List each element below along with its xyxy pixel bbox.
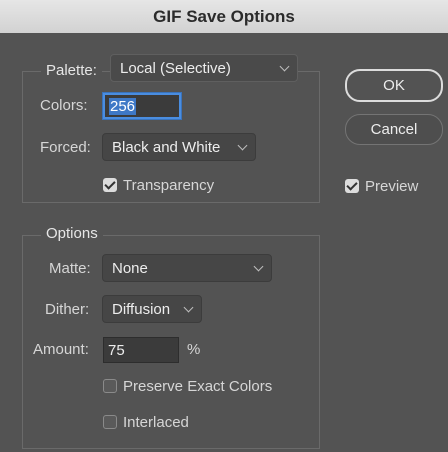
dither-select[interactable]: Diffusion xyxy=(102,295,202,323)
chevron-down-icon xyxy=(253,261,264,272)
checkmark-icon xyxy=(346,179,358,191)
gif-save-options-dialog: Palette: Local (Selective) Colors: 256 F… xyxy=(0,33,448,452)
colors-input[interactable]: 256 xyxy=(103,93,181,119)
preserve-exact-colors-checkbox[interactable] xyxy=(103,379,117,393)
transparency-checkbox[interactable] xyxy=(103,178,117,192)
preview-checkbox[interactable] xyxy=(345,179,359,193)
transparency-label[interactable]: Transparency xyxy=(123,177,214,194)
colors-input-value: 256 xyxy=(109,97,137,115)
options-group-title: Options xyxy=(41,225,103,242)
colors-label: Colors: xyxy=(40,97,88,114)
matte-label: Matte: xyxy=(49,260,91,277)
palette-label: Palette: xyxy=(41,62,102,79)
chevron-down-icon xyxy=(237,140,248,151)
amount-unit: % xyxy=(187,341,201,358)
forced-select-value: Black and White xyxy=(112,138,221,156)
dither-select-value: Diffusion xyxy=(112,300,171,318)
cancel-button-label: Cancel xyxy=(370,121,418,138)
amount-input[interactable]: 75 xyxy=(103,337,179,363)
preview-label[interactable]: Preview xyxy=(365,178,418,195)
chevron-down-icon xyxy=(183,302,194,313)
amount-label: Amount: xyxy=(33,341,89,358)
window-title: GIF Save Options xyxy=(153,6,295,26)
ok-button-label: OK xyxy=(383,77,405,94)
title-bar: GIF Save Options xyxy=(0,0,448,34)
amount-input-value: 75 xyxy=(108,341,125,359)
chevron-down-icon xyxy=(279,61,290,72)
forced-select[interactable]: Black and White xyxy=(102,133,256,161)
cancel-button[interactable]: Cancel xyxy=(345,114,443,145)
preserve-exact-colors-label[interactable]: Preserve Exact Colors xyxy=(123,378,272,395)
dither-label: Dither: xyxy=(45,301,90,318)
forced-label: Forced: xyxy=(40,139,91,156)
matte-select[interactable]: None xyxy=(102,254,272,282)
matte-select-value: None xyxy=(112,259,148,277)
interlaced-checkbox[interactable] xyxy=(103,415,117,429)
interlaced-label[interactable]: Interlaced xyxy=(123,414,189,431)
ok-button[interactable]: OK xyxy=(345,69,443,102)
palette-select[interactable]: Local (Selective) xyxy=(110,54,298,82)
checkmark-icon xyxy=(104,178,116,190)
palette-select-value: Local (Selective) xyxy=(120,59,231,77)
